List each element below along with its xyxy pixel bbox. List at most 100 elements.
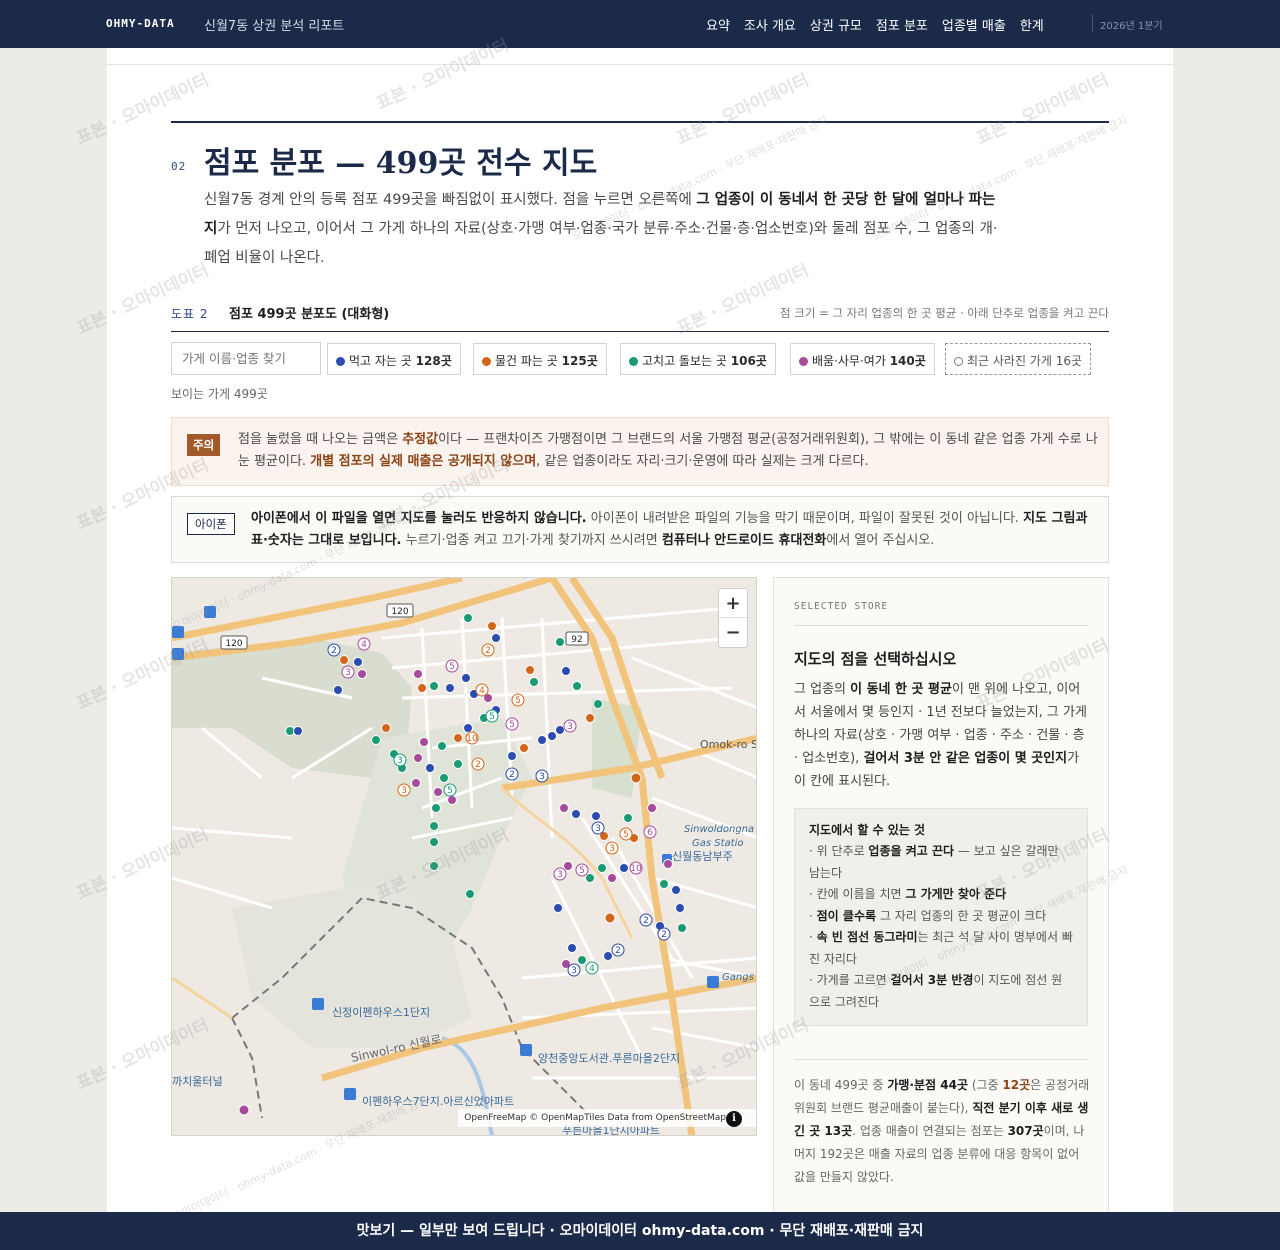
zoom-in-button[interactable]: +	[719, 589, 747, 618]
store-dot[interactable]	[537, 735, 547, 745]
store-dot[interactable]	[663, 859, 673, 869]
store-dot[interactable]	[381, 723, 391, 733]
store-dot[interactable]	[429, 837, 439, 847]
period-label: 2026년 1분기	[1100, 21, 1163, 32]
store-dot[interactable]	[447, 795, 457, 805]
store-dot[interactable]	[238, 1104, 250, 1116]
map-attribution[interactable]: OpenFreeMap © OpenMapTiles Data from Ope…	[458, 1109, 756, 1127]
store-dot[interactable]	[429, 861, 439, 871]
filter-chip-repair-care[interactable]: 고치고 돌보는 곳 106곳	[620, 343, 776, 375]
store-dot[interactable]	[577, 955, 587, 965]
store-dot[interactable]	[465, 889, 475, 899]
store-dot[interactable]	[553, 903, 563, 913]
store-dot[interactable]	[411, 778, 421, 788]
filter-chip-education-office[interactable]: 배움·사무·여가 140곳	[790, 343, 935, 375]
store-dot[interactable]	[555, 637, 565, 647]
nav-overview[interactable]: 조사 개요	[744, 15, 796, 34]
store-dot[interactable]	[677, 923, 687, 933]
store-dot[interactable]	[585, 873, 595, 883]
store-dot[interactable]	[604, 912, 616, 924]
store-dot[interactable]	[431, 803, 441, 813]
store-dot[interactable]	[559, 803, 569, 813]
store-dot[interactable]	[487, 621, 497, 631]
store-dot[interactable]	[439, 773, 449, 783]
filter-chip-retail[interactable]: 물건 파는 곳 125곳	[473, 343, 607, 375]
store-dot[interactable]	[555, 725, 565, 735]
store-dot[interactable]	[413, 669, 423, 679]
store-dot[interactable]	[419, 737, 429, 747]
store-dot[interactable]	[593, 699, 603, 709]
nav-summary[interactable]: 요약	[706, 15, 730, 34]
store-search-input[interactable]	[171, 342, 321, 375]
info-icon[interactable]: i	[726, 1111, 742, 1127]
store-dot[interactable]	[453, 759, 463, 769]
map-canvas[interactable]: 120 120 92 Omok-ro S Sinwoldongna Gas St…	[172, 578, 757, 1136]
orange-dot-icon	[482, 357, 491, 366]
store-dot[interactable]	[659, 879, 669, 889]
store-dot[interactable]	[333, 685, 343, 695]
iphone-text: 아이폰에서 이 파일을 열면 지도를 눌러도 반응하지 않습니다. 아이폰이 내…	[251, 511, 1088, 548]
store-dot[interactable]	[607, 873, 617, 883]
store-dot[interactable]	[433, 787, 443, 797]
store-dot[interactable]	[547, 731, 557, 741]
store-dot[interactable]	[491, 633, 501, 643]
store-dot[interactable]	[461, 673, 471, 683]
store-dot[interactable]	[463, 613, 473, 623]
store-dot[interactable]	[425, 763, 435, 773]
paper-divider	[107, 64, 1173, 65]
store-dot[interactable]	[445, 683, 455, 693]
store-dot[interactable]	[647, 803, 657, 813]
svg-text:2: 2	[643, 916, 649, 926]
store-dot[interactable]	[293, 726, 303, 736]
panel-summary: 이 동네 499곳 중 가맹·분점 44곳 (그중 12곳은 공정거래위원회 브…	[794, 1078, 1090, 1184]
store-dot[interactable]	[339, 655, 349, 665]
store-dot[interactable]	[519, 743, 529, 753]
store-dot[interactable]	[357, 669, 367, 679]
svg-text:3: 3	[401, 786, 407, 796]
store-dot[interactable]	[437, 741, 447, 751]
store-dot[interactable]	[591, 811, 601, 821]
store-dot[interactable]	[525, 665, 535, 675]
store-dot[interactable]	[571, 809, 581, 819]
svg-text:5: 5	[509, 720, 515, 730]
store-dot[interactable]	[529, 677, 539, 687]
store-dot[interactable]	[671, 885, 681, 895]
store-dot[interactable]	[603, 951, 613, 961]
store-dot[interactable]	[675, 903, 685, 913]
store-map[interactable]: 120 120 92 Omok-ro S Sinwoldongna Gas St…	[171, 577, 757, 1136]
store-dot[interactable]	[463, 723, 473, 733]
store-dot[interactable]	[429, 821, 439, 831]
store-dot[interactable]	[619, 863, 629, 873]
store-dot[interactable]	[561, 666, 571, 676]
store-dot[interactable]	[572, 681, 582, 691]
store-dot[interactable]	[453, 733, 463, 743]
store-dot[interactable]	[413, 753, 423, 763]
store-dot[interactable]	[623, 813, 633, 823]
store-dot[interactable]	[585, 713, 595, 723]
nav-limitations[interactable]: 한계	[1020, 15, 1044, 34]
store-dot[interactable]	[429, 681, 439, 691]
nav-market-size[interactable]: 상권 규모	[810, 15, 862, 34]
nav-sales-by-sector[interactable]: 업종별 매출	[942, 15, 1006, 34]
purple-dot-icon	[799, 357, 808, 366]
nav-store-distribution[interactable]: 점포 분포	[876, 15, 928, 34]
store-dot[interactable]	[371, 735, 381, 745]
store-dot[interactable]	[507, 751, 517, 761]
filter-chip-food-lodging[interactable]: 먹고 자는 곳 128곳	[327, 343, 461, 375]
brand-logo[interactable]: OHMY-DATA	[106, 17, 175, 30]
store-dot[interactable]	[567, 943, 577, 953]
store-dot[interactable]	[417, 683, 427, 693]
bus-stop-label: 신월동남부주	[672, 850, 733, 863]
filter-chip-closed-stores[interactable]: 최근 사라진 가게 16곳	[945, 343, 1092, 375]
store-dot[interactable]	[563, 861, 573, 871]
svg-text:2: 2	[509, 770, 515, 780]
store-dot[interactable]	[630, 772, 642, 784]
store-dot[interactable]	[597, 863, 607, 873]
bus-stop-icon	[172, 648, 184, 660]
howto-item: · 속 빈 점선 동그라미는 최근 석 달 사이 명부에서 빠진 자리다	[809, 930, 1073, 966]
road-120b-label: 120	[225, 639, 242, 649]
report-subtitle: 신월7동 상권 분석 리포트	[204, 19, 345, 34]
zoom-out-button[interactable]: −	[719, 618, 747, 647]
svg-text:5: 5	[447, 786, 453, 796]
store-dot[interactable]	[353, 657, 363, 667]
